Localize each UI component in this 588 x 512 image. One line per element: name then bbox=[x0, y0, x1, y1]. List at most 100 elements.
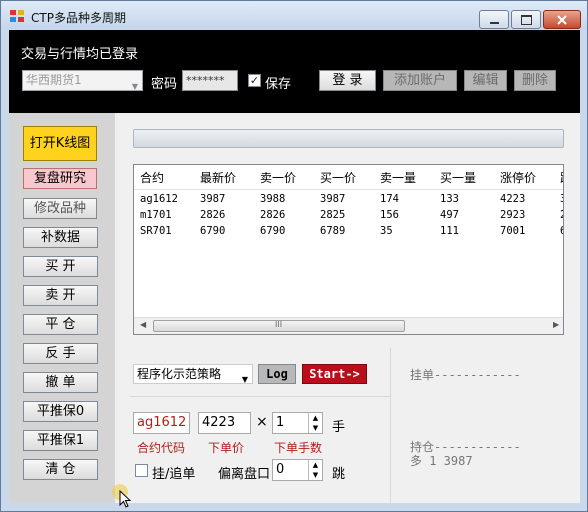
offset-value: 0 bbox=[276, 462, 285, 477]
maximize-button[interactable] bbox=[511, 10, 541, 29]
col-header[interactable]: 涨停价 bbox=[500, 169, 536, 186]
app-icon bbox=[10, 10, 24, 22]
table-cell: 6 bbox=[560, 225, 563, 237]
login-button[interactable]: 登 录 bbox=[319, 70, 376, 91]
contract-code-label: 合约代码 bbox=[137, 441, 186, 455]
col-header[interactable]: 跌 bbox=[560, 169, 563, 186]
market-data-grid[interactable]: 合约 最新价 卖一价 买一价 卖一量 买一量 涨停价 跌 ag1612 3987… bbox=[133, 164, 564, 335]
col-header[interactable]: 买一量 bbox=[440, 169, 476, 186]
table-cell: 6790 bbox=[260, 225, 286, 237]
pending-orders-text: 挂单------------ bbox=[410, 368, 521, 382]
table-cell: 2 bbox=[560, 209, 563, 221]
add-account-button[interactable]: 添加账户 bbox=[383, 70, 457, 91]
spin-up-icon[interactable]: ▲ bbox=[308, 413, 322, 423]
table-cell: m1701 bbox=[140, 209, 172, 221]
col-header[interactable]: 合约 bbox=[140, 169, 164, 186]
times-symbol: × bbox=[256, 414, 268, 430]
broker-select-value: 华西期货1 bbox=[26, 73, 82, 87]
table-cell: 6790 bbox=[200, 225, 226, 237]
reverse-button[interactable]: 反 手 bbox=[23, 343, 98, 364]
order-qty-label: 下单手数 bbox=[274, 441, 323, 455]
grid-divider bbox=[134, 189, 563, 190]
position-line: 多 1 3987 bbox=[410, 454, 473, 468]
quantity-unit: 手 bbox=[332, 420, 346, 435]
table-cell: 111 bbox=[440, 225, 459, 237]
offset-stepper[interactable]: 0 ▲ ▼ bbox=[272, 459, 323, 481]
window-title: CTP多品种多周期 bbox=[31, 11, 126, 25]
table-cell: SR701 bbox=[140, 225, 172, 237]
maximize-icon bbox=[520, 14, 532, 25]
edit-button[interactable]: 编辑 bbox=[464, 70, 507, 91]
table-cell: 3988 bbox=[260, 193, 286, 205]
scroll-right-icon[interactable]: ▶ bbox=[553, 320, 559, 329]
quantity-value: 1 bbox=[276, 415, 285, 430]
progress-bar bbox=[133, 129, 564, 148]
table-cell: 133 bbox=[440, 193, 459, 205]
password-label: 密码 bbox=[151, 77, 178, 92]
close-icon bbox=[557, 14, 567, 25]
table-cell: 2826 bbox=[200, 209, 226, 221]
close-button[interactable] bbox=[543, 10, 581, 29]
backfill-data-button[interactable]: 补数据 bbox=[23, 227, 98, 248]
buy-open-button[interactable]: 买 开 bbox=[23, 256, 98, 277]
table-cell: 2826 bbox=[260, 209, 286, 221]
table-cell: 2923 bbox=[500, 209, 526, 221]
table-cell: 3 bbox=[560, 193, 563, 205]
minimize-button[interactable] bbox=[479, 10, 509, 29]
table-cell: 6789 bbox=[320, 225, 346, 237]
offset-unit: 跳 bbox=[332, 467, 346, 482]
cancel-order-button[interactable]: 撤 单 bbox=[23, 372, 98, 393]
clear-all-button[interactable]: 清 仓 bbox=[23, 459, 98, 480]
chase-order-label: 挂/追单 bbox=[152, 467, 196, 482]
login-header: 交易与行情均已登录 华西期货1 ▼ 密码 ******* ✓ 保存 登 录 添加… bbox=[9, 30, 580, 113]
offset-label: 偏离盘口 bbox=[218, 467, 271, 482]
sell-open-button[interactable]: 卖 开 bbox=[23, 285, 98, 306]
modify-symbol-button[interactable]: 修改品种 bbox=[23, 198, 97, 219]
col-header[interactable]: 卖一量 bbox=[380, 169, 416, 186]
table-cell: 4223 bbox=[500, 193, 526, 205]
table-cell: 7001 bbox=[500, 225, 526, 237]
panel-divider bbox=[390, 348, 391, 503]
replay-research-button[interactable]: 复盘研究 bbox=[23, 168, 97, 189]
col-header[interactable]: 卖一价 bbox=[260, 169, 296, 186]
breakeven1-button[interactable]: 平推保1 bbox=[23, 430, 98, 451]
start-button[interactable]: Start-> bbox=[302, 364, 367, 384]
table-cell: 3987 bbox=[320, 193, 346, 205]
breakeven0-button[interactable]: 平推保0 bbox=[23, 401, 98, 422]
password-input[interactable]: ******* bbox=[182, 70, 238, 91]
strategy-select[interactable]: 程序化示范策略 ▼ bbox=[133, 364, 253, 384]
login-status-text: 交易与行情均已登录 bbox=[21, 47, 139, 62]
open-kline-button[interactable]: 打开K线图 bbox=[23, 126, 97, 161]
scroll-grip-icon: III bbox=[275, 320, 283, 329]
table-cell: 2825 bbox=[320, 209, 346, 221]
price-input[interactable]: 4223 bbox=[198, 412, 251, 434]
chase-order-checkbox[interactable] bbox=[135, 464, 148, 477]
table-cell: 35 bbox=[380, 225, 393, 237]
chevron-down-icon: ▼ bbox=[131, 82, 138, 91]
scroll-left-icon[interactable]: ◀ bbox=[140, 320, 146, 329]
strategy-select-value: 程序化示范策略 bbox=[137, 367, 222, 381]
broker-select[interactable]: 华西期货1 ▼ bbox=[22, 70, 143, 91]
table-cell: 497 bbox=[440, 209, 459, 221]
chevron-down-icon: ▼ bbox=[241, 375, 248, 384]
log-button[interactable]: Log bbox=[258, 364, 296, 384]
table-cell: ag1612 bbox=[140, 193, 178, 205]
spin-down-icon[interactable]: ▼ bbox=[308, 470, 322, 480]
action-sidebar: 打开K线图 复盘研究 修改品种 补数据 买 开 卖 开 平 仓 反 手 撤 单 … bbox=[9, 113, 115, 503]
title-bar[interactable]: CTP多品种多周期 bbox=[1, 1, 587, 29]
close-position-button[interactable]: 平 仓 bbox=[23, 314, 98, 335]
contract-input[interactable]: ag1612 bbox=[133, 412, 190, 434]
save-label: 保存 bbox=[265, 77, 292, 92]
spin-up-icon[interactable]: ▲ bbox=[308, 460, 322, 470]
quantity-stepper[interactable]: 1 ▲ ▼ bbox=[272, 412, 323, 434]
table-cell: 174 bbox=[380, 193, 399, 205]
save-checkbox[interactable]: ✓ bbox=[248, 74, 261, 87]
table-cell: 3987 bbox=[200, 193, 226, 205]
minimize-icon bbox=[489, 21, 499, 24]
col-header[interactable]: 最新价 bbox=[200, 169, 236, 186]
spin-down-icon[interactable]: ▼ bbox=[308, 423, 322, 433]
col-header[interactable]: 买一价 bbox=[320, 169, 356, 186]
delete-button[interactable]: 删除 bbox=[514, 70, 556, 91]
mouse-cursor-icon bbox=[119, 490, 131, 508]
table-cell: 156 bbox=[380, 209, 399, 221]
